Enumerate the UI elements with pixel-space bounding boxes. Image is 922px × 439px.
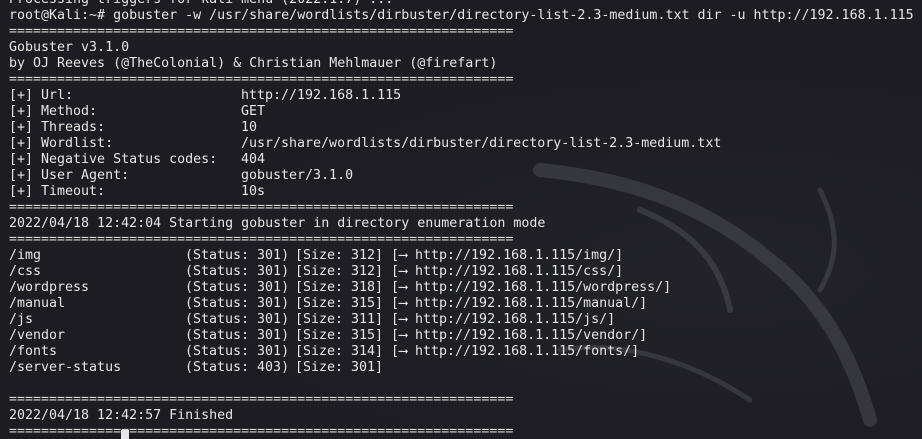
config-key: [+] Timeout:: [9, 184, 106, 199]
result-line: /wordpress (Status: 301) [Size: 318] [⟶ htt…: [9, 280, 922, 296]
config-value: /usr/share/wordlists/dirbuster/directory…: [241, 136, 722, 151]
result-size: [Size: 314]: [295, 344, 384, 359]
result-size: [Size: 312]: [295, 248, 384, 263]
result-status: (Status: 301): [185, 296, 290, 311]
result-status: (Status: 301): [185, 280, 290, 295]
config-value: 10s: [241, 184, 266, 199]
result-line: /fonts (Status: 301) [Size: 314] [⟶ http://…: [9, 344, 922, 360]
result-size: [Size: 301]: [295, 360, 384, 375]
result-size: [Size: 318]: [295, 280, 384, 295]
config-key: [+] Negative Status codes:: [9, 152, 218, 167]
result-redirect: [⟶ http://192.168.1.115/fonts/]: [391, 344, 640, 359]
config-value: 10: [241, 120, 258, 135]
result-path: /manual: [9, 296, 66, 311]
separator: ========================================…: [9, 392, 514, 407]
config-key: [+] Wordlist:: [9, 136, 114, 151]
result-size: [Size: 315]: [295, 328, 384, 343]
banner-version: Gobuster v3.1.0: [9, 40, 130, 55]
separator: ========================================…: [9, 232, 514, 247]
result-path: /img: [9, 248, 42, 263]
result-path: /fonts: [9, 344, 58, 359]
config-line: [+] User Agent: gobuster/3.1.0: [9, 168, 922, 184]
config-line: [+] Timeout: 10s: [9, 184, 922, 200]
terminal-output[interactable]: Processing triggers for kali-menu (2022.…: [9, 0, 922, 439]
config-key: [+] Url:: [9, 88, 74, 103]
result-line: /manual (Status: 301) [Size: 315] [⟶ http:/…: [9, 296, 922, 312]
config-value: GET: [241, 104, 266, 119]
start-message: 2022/04/18 12:42:04 Starting gobuster in…: [9, 216, 546, 231]
separator: ========================================…: [9, 200, 514, 215]
result-redirect: [⟶ http://192.168.1.115/js/]: [391, 312, 616, 327]
result-line: /img (Status: 301) [Size: 312] [⟶ http://19…: [9, 248, 922, 264]
result-path: /css: [9, 264, 42, 279]
config-key: [+] User Agent:: [9, 168, 130, 183]
terminal-window[interactable]: Processing triggers for kali-menu (2022.…: [0, 0, 922, 439]
config-line: [+] Wordlist: /usr/share/wordlists/dirbus…: [9, 136, 922, 152]
result-redirect: [⟶ http://192.168.1.115/css/]: [391, 264, 624, 279]
config-key: [+] Threads:: [9, 120, 106, 135]
command-line: root@Kali:~# gobuster -w /usr/share/word…: [9, 8, 914, 23]
result-line: /server-status (Status: 403) [Size: 301]: [9, 360, 922, 376]
result-status: (Status: 301): [185, 264, 290, 279]
config-line: [+] Url: http://192.168.1.115: [9, 88, 922, 104]
config-line: [+] Threads: 10: [9, 120, 922, 136]
result-line: /js (Status: 301) [Size: 311] [⟶ http://192…: [9, 312, 922, 328]
separator: ========================================…: [9, 72, 514, 87]
result-size: [Size: 315]: [295, 296, 384, 311]
separator: ========================================…: [9, 424, 514, 439]
config-value: gobuster/3.1.0: [241, 168, 354, 183]
result-size: [Size: 312]: [295, 264, 384, 279]
config-line: [+] Method: GET: [9, 104, 922, 120]
result-redirect: [⟶ http://192.168.1.115/manual/]: [391, 296, 648, 311]
result-redirect: [⟶ http://192.168.1.115/img/]: [391, 248, 624, 263]
result-status: (Status: 301): [185, 312, 290, 327]
result-path: /wordpress: [9, 280, 90, 295]
result-line: /css (Status: 301) [Size: 312] [⟶ http://19…: [9, 264, 922, 280]
result-path: /vendor: [9, 328, 66, 343]
text-cursor: [121, 430, 129, 439]
config-value: 404: [241, 152, 266, 167]
partial-output-line: Processing triggers for kali-menu (2022.…: [9, 0, 922, 8]
result-status: (Status: 301): [185, 248, 290, 263]
result-size: [Size: 311]: [295, 312, 384, 327]
result-status: (Status: 403): [185, 360, 290, 375]
finish-message: 2022/04/18 12:42:57 Finished: [9, 408, 234, 423]
result-path: /js: [9, 312, 34, 327]
result-status: (Status: 301): [185, 328, 290, 343]
result-redirect: [⟶ http://192.168.1.115/wordpress/]: [391, 280, 672, 295]
config-key: [+] Method:: [9, 104, 98, 119]
result-redirect: [⟶ http://192.168.1.115/vendor/]: [391, 328, 648, 343]
result-path: /server-status: [9, 360, 122, 375]
config-line: [+] Negative Status codes: 404: [9, 152, 922, 168]
result-line: /vendor (Status: 301) [Size: 315] [⟶ http:/…: [9, 328, 922, 344]
config-value: http://192.168.1.115: [241, 88, 402, 103]
result-status: (Status: 301): [185, 344, 290, 359]
banner-authors: by OJ Reeves (@TheColonial) & Christian …: [9, 56, 498, 71]
separator: ========================================…: [9, 24, 514, 39]
